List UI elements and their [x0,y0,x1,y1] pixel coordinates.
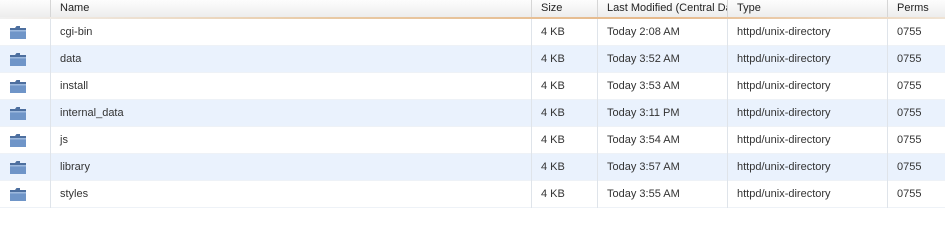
file-type: httpd/unix-directory [728,180,888,208]
column-header-perms[interactable]: Perms [888,0,945,18]
file-modified: Today 3:52 AM [598,45,728,73]
row-icon-cell [0,18,51,46]
file-perms: 0755 [897,52,922,65]
file-perms: 0755 [897,106,922,119]
row-icon-cell [0,45,51,73]
file-type: httpd/unix-directory [728,45,888,73]
file-name[interactable]: library [51,153,532,181]
file-size: 4 KB [532,72,598,100]
column-header-icon [0,0,51,18]
folder-icon [10,52,26,66]
row-icon-cell [0,180,51,208]
file-modified: Today 3:54 AM [598,126,728,154]
table-row[interactable]: cgi-bin 4 KB Today 2:08 AM httpd/unix-di… [0,18,945,46]
file-perms: 0755 [897,25,922,38]
file-size: 4 KB [532,126,598,154]
file-type: httpd/unix-directory [728,72,888,100]
row-icon-cell [0,99,51,127]
file-size: 4 KB [532,153,598,181]
table-row[interactable]: styles 4 KB Today 3:55 AM httpd/unix-dir… [0,180,945,208]
file-modified: Today 3:11 PM [598,99,728,127]
file-perms: 0755 [897,79,922,92]
row-icon-cell [0,72,51,100]
folder-icon [10,79,26,93]
table-row[interactable]: js 4 KB Today 3:54 AM httpd/unix-directo… [0,126,945,154]
file-list-grid: Name Size Last Modified (Central Da Type… [0,0,945,208]
file-type: httpd/unix-directory [728,18,888,46]
file-name[interactable]: internal_data [51,99,532,127]
file-name[interactable]: install [51,72,532,100]
file-size: 4 KB [532,18,598,46]
file-perms: 0755 [897,187,922,200]
table-row[interactable]: library 4 KB Today 3:57 AM httpd/unix-di… [0,153,945,181]
file-modified: Today 2:08 AM [598,18,728,46]
table-row[interactable]: data 4 KB Today 3:52 AM httpd/unix-direc… [0,45,945,73]
folder-icon [10,106,26,120]
file-modified: Today 3:57 AM [598,153,728,181]
file-perms: 0755 [897,133,922,146]
folder-icon [10,25,26,39]
column-header-row: Name Size Last Modified (Central Da Type… [0,0,945,19]
column-header-type[interactable]: Type [728,0,888,18]
file-size: 4 KB [532,180,598,208]
table-row[interactable]: install 4 KB Today 3:53 AM httpd/unix-di… [0,72,945,100]
column-header-size[interactable]: Size [532,0,598,18]
file-type: httpd/unix-directory [728,153,888,181]
file-name[interactable]: js [51,126,532,154]
file-modified: Today 3:55 AM [598,180,728,208]
file-rows: cgi-bin 4 KB Today 2:08 AM httpd/unix-di… [0,18,945,208]
file-size: 4 KB [532,99,598,127]
file-modified: Today 3:53 AM [598,72,728,100]
table-row[interactable]: internal_data 4 KB Today 3:11 PM httpd/u… [0,99,945,127]
file-name[interactable]: cgi-bin [51,18,532,46]
file-name[interactable]: styles [51,180,532,208]
file-name[interactable]: data [51,45,532,73]
row-icon-cell [0,126,51,154]
column-header-last-modified[interactable]: Last Modified (Central Da [598,0,728,18]
file-type: httpd/unix-directory [728,126,888,154]
folder-icon [10,160,26,174]
file-perms: 0755 [897,160,922,173]
file-size: 4 KB [532,45,598,73]
folder-icon [10,133,26,147]
file-type: httpd/unix-directory [728,99,888,127]
folder-icon [10,187,26,201]
row-icon-cell [0,153,51,181]
column-header-name[interactable]: Name [51,0,532,18]
